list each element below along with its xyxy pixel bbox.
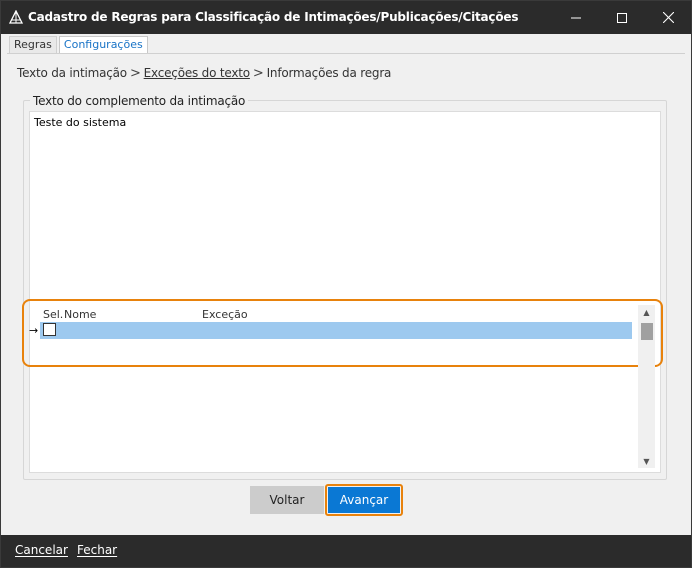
title-bar: Cadastro de Regras para Classificação de…: [1, 1, 691, 34]
cancel-button[interactable]: Cancelar: [15, 543, 68, 557]
close-button[interactable]: [645, 1, 691, 34]
breadcrumb-step-excecoes[interactable]: Exceções do texto: [144, 66, 250, 80]
tab-configuracoes[interactable]: Configurações: [58, 36, 148, 53]
window-title: Cadastro de Regras para Classificação de…: [28, 10, 519, 24]
main-window: Cadastro de Regras para Classificação de…: [0, 0, 692, 568]
scroll-thumb[interactable]: [641, 323, 653, 340]
breadcrumb: Texto da intimação > Exceções do texto > Inf…: [17, 66, 391, 81]
maximize-icon: [617, 12, 627, 23]
triangle-app-icon: [9, 10, 23, 24]
back-button[interactable]: Voltar: [250, 486, 324, 514]
breadcrumb-step-texto[interactable]: Texto da intimação: [17, 66, 127, 80]
maximize-button[interactable]: [599, 1, 645, 34]
breadcrumb-separator: >: [129, 66, 141, 81]
tab-strip: Regras Configurações: [9, 36, 150, 53]
scroll-down-icon[interactable]: ▼: [638, 454, 655, 468]
complement-textarea[interactable]: Teste do sistema: [29, 111, 661, 473]
column-header-sel[interactable]: Sel.: [43, 308, 63, 321]
group-legend: Texto do complemento da intimação: [30, 94, 249, 108]
table-row[interactable]: [40, 322, 632, 339]
row-pointer-icon: →: [29, 324, 39, 337]
close-footer-button[interactable]: Fechar: [77, 543, 117, 557]
footer-bar: Cancelar Fechar: [1, 535, 691, 567]
breadcrumb-step-informacoes[interactable]: Informações da regra: [267, 66, 392, 80]
complement-text-group: Texto do complemento da intimação Teste …: [23, 94, 667, 480]
breadcrumb-separator: >: [252, 66, 264, 81]
grid-header: Sel. Nome Exceção: [42, 308, 632, 322]
minimize-icon: [571, 17, 581, 18]
tab-content: Texto da intimação > Exceções do texto > Inf…: [7, 53, 685, 532]
column-header-excecao[interactable]: Exceção: [202, 308, 248, 321]
scroll-up-icon[interactable]: ▲: [638, 305, 655, 319]
vertical-scrollbar[interactable]: ▲ ▼: [638, 305, 655, 468]
next-button[interactable]: Avançar: [328, 487, 400, 513]
minimize-button[interactable]: [553, 1, 599, 34]
close-icon: [662, 12, 674, 23]
complement-text: Teste do sistema: [34, 116, 127, 129]
column-header-nome[interactable]: Nome: [64, 308, 96, 321]
tab-regras[interactable]: Regras: [9, 36, 57, 53]
row-select-checkbox[interactable]: [43, 323, 56, 336]
